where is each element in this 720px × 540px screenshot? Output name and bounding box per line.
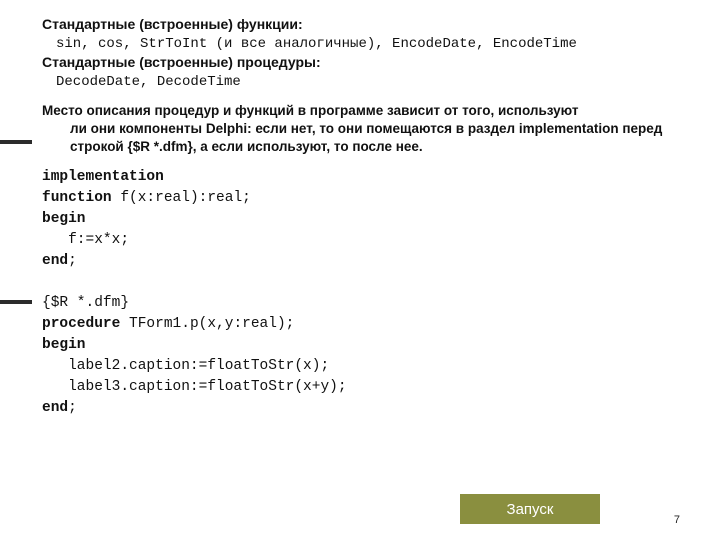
code-l2-rest: f(x:real):real; [112,190,251,206]
functions-list: sin, cos, StrToInt (и все аналогичные), … [42,35,702,54]
kw-end-2: end [42,400,68,416]
kw-implementation: implementation [42,169,164,185]
kw-function: function [42,190,112,206]
accent-bar-bottom [0,300,32,304]
kw-begin-1: begin [42,211,86,227]
page-number: 7 [674,514,680,526]
procedures-list: DecodeDate, DecodeTime [42,73,702,92]
kw-begin-2: begin [42,337,86,353]
code-l4: f:=x*x; [42,232,129,248]
heading-procedures: Стандартные (встроенные) процедуры: [42,53,702,73]
code-l7-rest: TForm1.p(x,y:real); [120,316,294,332]
kw-procedure: procedure [42,316,120,332]
para-line1: Место описания процедур и функций в прог… [42,103,578,118]
code-l6: {$R *.dfm} [42,295,129,311]
para-rest: ли они компоненты Delphi: если нет, то о… [42,120,702,156]
code-l11-rest: ; [68,400,77,416]
kw-end-1: end [42,253,68,269]
accent-bar-top [0,140,32,144]
code-example: implementation function f(x:real):real; … [42,167,702,419]
launch-button[interactable]: Запуск [460,494,600,524]
explanation-paragraph: Место описания процедур и функций в прог… [42,102,702,157]
code-l10: label3.caption:=floatToStr(x+y); [42,379,347,395]
heading-functions: Стандартные (встроенные) функции: [42,15,702,35]
slide-content: Стандартные (встроенные) функции: sin, c… [42,15,702,419]
code-l9: label2.caption:=floatToStr(x); [42,358,329,374]
code-l5-rest: ; [68,253,77,269]
